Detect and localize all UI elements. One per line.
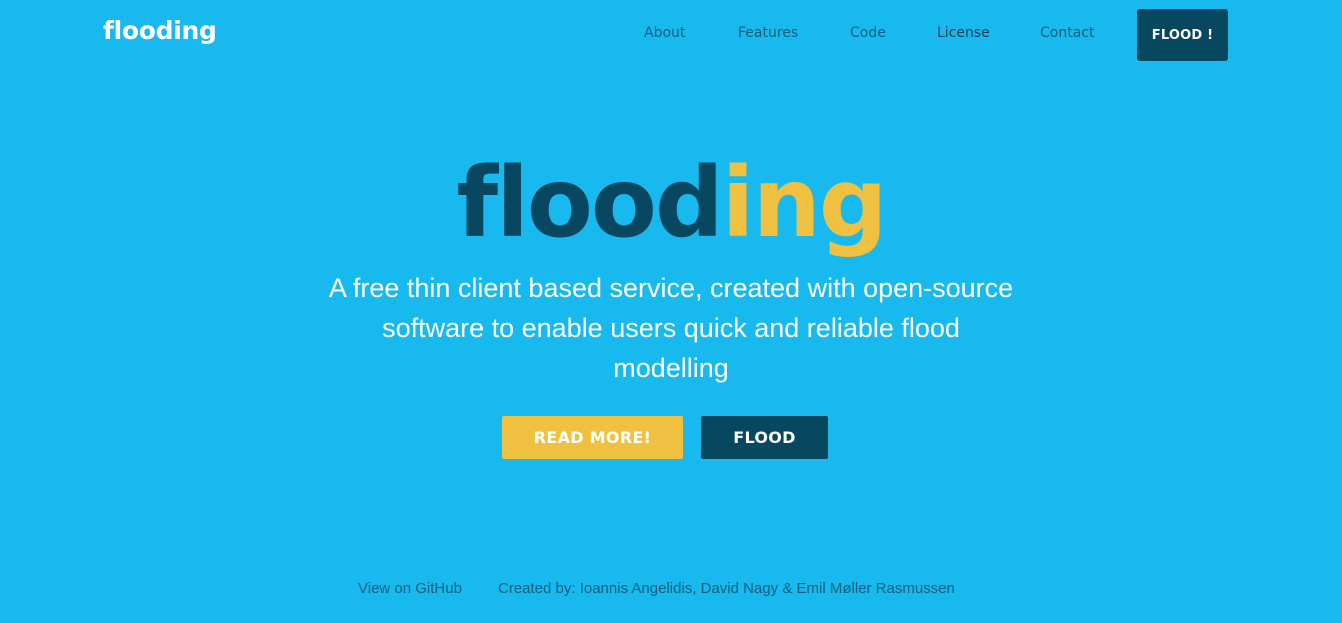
credits-text: Created by: Ioannis Angelidis, David Nag… xyxy=(498,580,955,597)
hero-title-part1: flood xyxy=(456,147,723,259)
nav-link-code[interactable]: Code xyxy=(850,25,886,41)
navbar: flooding About Features Code License Con… xyxy=(0,0,1342,70)
nav-link-about[interactable]: About xyxy=(644,25,685,41)
page: flooding About Features Code License Con… xyxy=(0,0,1342,623)
read-more-button[interactable]: READ MORE! xyxy=(502,416,683,459)
footer: View on GitHub Created by: Ioannis Angel… xyxy=(0,580,1342,602)
nav-link-license[interactable]: License xyxy=(937,25,990,41)
hero-title: flooding xyxy=(0,148,1342,258)
nav-flood-button[interactable]: FLOOD ! xyxy=(1137,9,1228,61)
nav-link-contact[interactable]: Contact xyxy=(1040,25,1094,41)
flood-button[interactable]: FLOOD xyxy=(701,416,828,459)
hero-title-part2: ing xyxy=(721,147,888,259)
hero-subtitle: A free thin client based service, create… xyxy=(328,273,1014,383)
github-link[interactable]: View on GitHub xyxy=(358,580,462,597)
nav-link-features[interactable]: Features xyxy=(738,25,798,41)
